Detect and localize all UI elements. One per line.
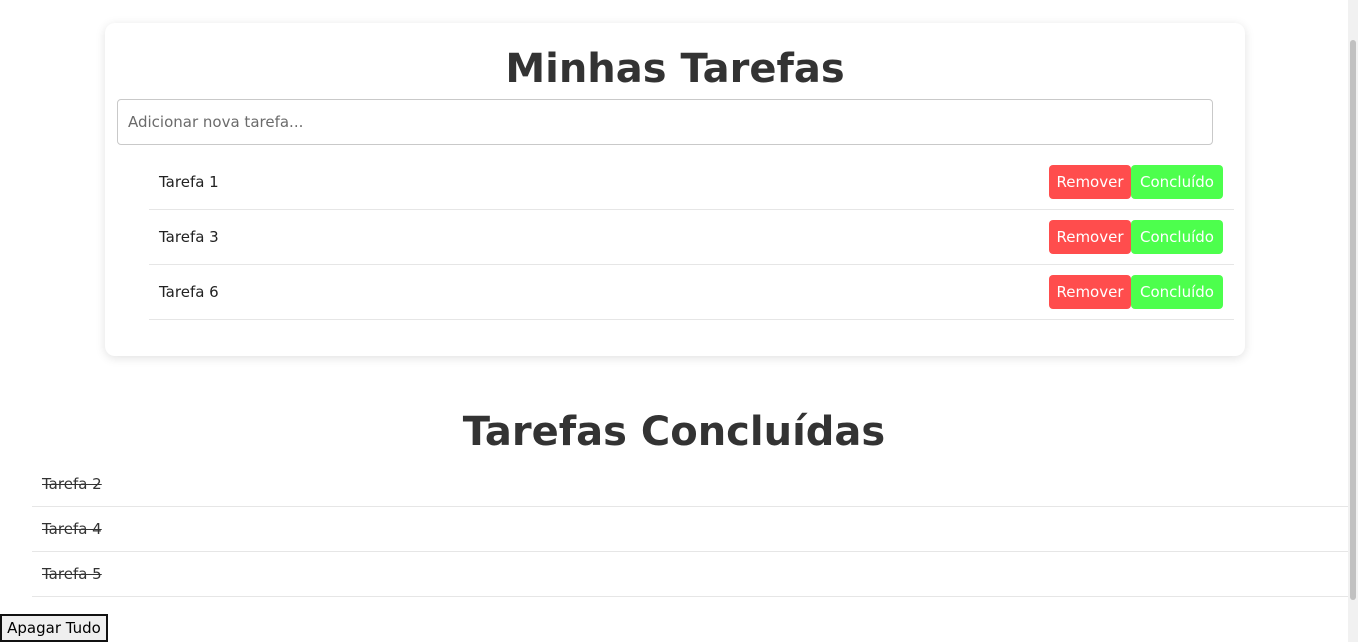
- task-label: Tarefa 6: [159, 283, 219, 301]
- task-label: Tarefa 1: [159, 173, 219, 191]
- task-actions: Remover Concluído: [1049, 220, 1223, 254]
- completed-item: Tarefa 2: [32, 462, 1348, 507]
- task-label: Tarefa 3: [159, 228, 219, 246]
- clear-all-button[interactable]: Apagar Tudo: [0, 614, 108, 642]
- task-list: Tarefa 1 Remover Concluído Tarefa 3 Remo…: [149, 155, 1234, 320]
- completed-title: Tarefas Concluídas: [462, 409, 886, 455]
- new-task-input[interactable]: [117, 99, 1213, 145]
- vertical-scrollbar[interactable]: [1348, 0, 1358, 642]
- scrollbar-thumb[interactable]: [1350, 40, 1356, 600]
- task-actions: Remover Concluído: [1049, 275, 1223, 309]
- page-title: Minhas Tarefas: [505, 46, 845, 92]
- remove-button[interactable]: Remover: [1049, 220, 1131, 254]
- task-actions: Remover Concluído: [1049, 165, 1223, 199]
- task-item: Tarefa 1 Remover Concluído: [149, 155, 1234, 210]
- completed-label: Tarefa 4: [42, 520, 102, 538]
- task-item: Tarefa 3 Remover Concluído: [149, 210, 1234, 265]
- completed-item: Tarefa 4: [32, 507, 1348, 552]
- remove-button[interactable]: Remover: [1049, 165, 1131, 199]
- remove-button[interactable]: Remover: [1049, 275, 1131, 309]
- task-item: Tarefa 6 Remover Concluído: [149, 265, 1234, 320]
- page: Minhas Tarefas Tarefa 1 Remover Concluíd…: [0, 0, 1358, 642]
- complete-button[interactable]: Concluído: [1131, 220, 1223, 254]
- todo-card: Minhas Tarefas Tarefa 1 Remover Concluíd…: [105, 23, 1245, 356]
- completed-label: Tarefa 2: [42, 475, 102, 493]
- complete-button[interactable]: Concluído: [1131, 165, 1223, 199]
- completed-list: Tarefa 2 Tarefa 4 Tarefa 5: [32, 462, 1348, 597]
- completed-item: Tarefa 5: [32, 552, 1348, 597]
- completed-label: Tarefa 5: [42, 565, 102, 583]
- complete-button[interactable]: Concluído: [1131, 275, 1223, 309]
